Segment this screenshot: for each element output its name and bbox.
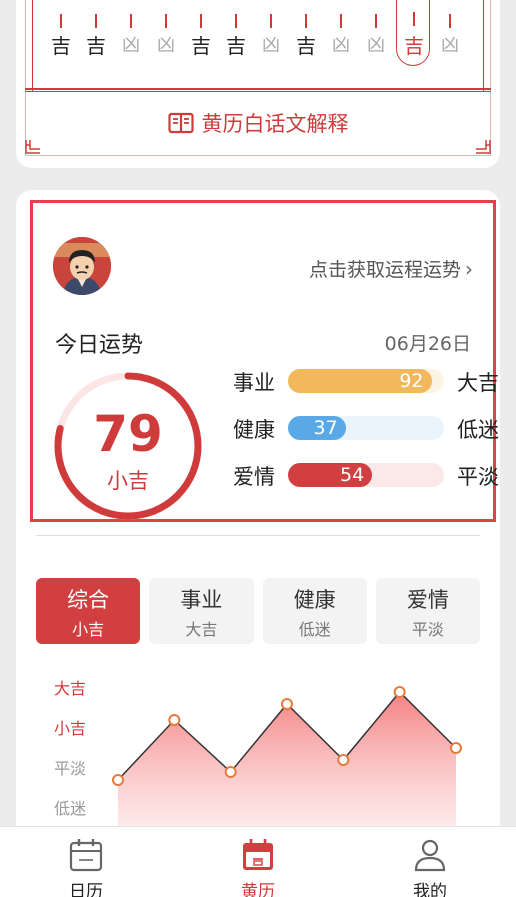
tab-love[interactable]: 爱情 平淡 xyxy=(375,578,480,644)
fortune-teller-avatar-icon xyxy=(53,237,111,295)
chart-area xyxy=(118,692,456,838)
user-icon xyxy=(414,839,446,872)
fortune-card: 点击获取运程运势 › 今日运势 06月26日 79 小吉 事业 92 大吉 健康… xyxy=(16,190,500,897)
avatar[interactable] xyxy=(53,237,111,295)
hour-item[interactable]: 吉 xyxy=(184,12,218,68)
hour-item-current[interactable]: 吉 xyxy=(396,0,430,66)
chart-level-label: 低迷 xyxy=(54,799,86,818)
metric-name: 事业 xyxy=(233,371,275,395)
tab-name: 健康 xyxy=(293,588,336,612)
metric-love: 爱情 54 平淡 xyxy=(233,459,499,489)
metric-value: 37 xyxy=(313,417,338,439)
book-icon xyxy=(167,112,194,134)
fortune-trend-chart: 低迷平淡小吉大吉 xyxy=(54,679,462,838)
nav-label: 日历 xyxy=(69,882,103,897)
metric-track: 37 xyxy=(288,416,444,440)
nav-label: 黄历 xyxy=(241,882,275,897)
frame-corner-ornament xyxy=(476,140,491,154)
metric-bar: 54 xyxy=(288,463,373,487)
nav-calendar[interactable]: 日历 xyxy=(0,827,172,897)
tab-level: 小吉 xyxy=(72,620,105,639)
hour-item[interactable]: 凶 xyxy=(149,12,183,68)
metric-level: 低迷 xyxy=(457,418,499,442)
chart-level-label: 小吉 xyxy=(54,719,86,738)
almanac-explain-label: 黄历白话文解释 xyxy=(201,112,349,136)
almanac-icon xyxy=(243,839,273,870)
metric-career: 事业 92 大吉 xyxy=(233,365,499,395)
hour-label: 吉 xyxy=(296,34,316,58)
almanac-explain-button[interactable]: 黄历白话文解释 xyxy=(16,108,500,138)
hour-label: 吉 xyxy=(404,34,424,58)
metric-name: 健康 xyxy=(233,418,275,442)
fortune-tabs: 综合 小吉 事业 大吉 健康 低迷 爱情 平淡 xyxy=(36,578,480,644)
hour-label: 凶 xyxy=(332,35,350,56)
hour-item[interactable]: 吉 xyxy=(289,12,323,68)
hour-label: 凶 xyxy=(262,35,280,56)
fortune-score: 79 xyxy=(93,405,163,463)
metric-track: 92 xyxy=(288,369,444,393)
hour-item[interactable]: 吉 xyxy=(44,12,78,68)
hour-item[interactable]: 凶 xyxy=(254,12,288,68)
hour-label: 凶 xyxy=(122,35,140,56)
get-fortune-link[interactable]: 点击获取运程运势 › xyxy=(309,255,473,282)
chart-level-label: 大吉 xyxy=(54,679,86,698)
chart-level-label: 平淡 xyxy=(54,759,86,778)
hour-item[interactable]: 凶 xyxy=(324,12,358,68)
hour-item[interactable]: 吉 xyxy=(219,12,253,68)
metric-level: 大吉 xyxy=(457,371,499,395)
metric-track: 54 xyxy=(288,463,444,487)
fortune-level: 小吉 xyxy=(107,469,149,493)
section-divider xyxy=(36,535,480,536)
hour-label: 凶 xyxy=(367,35,385,56)
metric-bar: 92 xyxy=(288,369,432,393)
metric-level: 平淡 xyxy=(457,465,499,489)
nav-label: 我的 xyxy=(413,882,447,897)
almanac-divider xyxy=(25,88,491,92)
chart-point xyxy=(112,774,124,786)
chart-point xyxy=(168,714,181,726)
hour-label: 吉 xyxy=(86,34,106,58)
calendar-icon xyxy=(69,839,103,872)
tab-level: 低迷 xyxy=(298,620,331,639)
hour-item[interactable]: 凶 xyxy=(433,12,467,68)
metric-value: 92 xyxy=(399,370,424,392)
chart-point xyxy=(393,686,406,698)
get-fortune-label: 点击获取运程运势 xyxy=(308,259,461,281)
chevron-right-icon: › xyxy=(465,256,473,281)
chart-point xyxy=(450,742,462,754)
nav-profile[interactable]: 我的 xyxy=(344,827,516,897)
chart-point xyxy=(224,766,237,778)
hour-label: 凶 xyxy=(157,35,175,56)
tab-name: 爱情 xyxy=(406,588,449,612)
tab-career[interactable]: 事业 大吉 xyxy=(149,578,254,644)
metric-value: 54 xyxy=(340,464,365,486)
nav-almanac[interactable]: 黄历 xyxy=(172,827,344,897)
hour-item[interactable]: 凶 xyxy=(359,12,393,68)
hour-label: 吉 xyxy=(226,34,246,58)
fortune-summary-highlight: 点击获取运程运势 › 今日运势 06月26日 79 小吉 事业 92 大吉 健康… xyxy=(30,200,499,522)
tab-name: 综合 xyxy=(67,588,110,612)
today-fortune-title: 今日运势 xyxy=(55,333,144,358)
hour-label: 吉 xyxy=(191,34,211,58)
tab-health[interactable]: 健康 低迷 xyxy=(262,578,367,644)
hour-item[interactable]: 吉 xyxy=(79,12,113,68)
tab-overall[interactable]: 综合 小吉 xyxy=(36,578,141,644)
tab-level: 平淡 xyxy=(411,620,444,639)
almanac-card: 吉 吉 凶 凶 吉 吉 凶 吉 凶 凶 吉 凶 黄历白话文解释 xyxy=(16,0,500,168)
frame-corner-ornament xyxy=(25,140,40,154)
bottom-navigation: 日历 黄历 我的 xyxy=(0,826,516,897)
today-date: 06月26日 xyxy=(384,333,471,355)
metric-bar: 37 xyxy=(288,416,346,440)
chart-point xyxy=(337,754,350,766)
metric-health: 健康 37 低迷 xyxy=(233,412,499,442)
chart-point xyxy=(281,698,293,710)
tab-level: 大吉 xyxy=(185,620,218,639)
metric-name: 爱情 xyxy=(233,465,275,489)
hour-fortune-strip: 吉 吉 凶 凶 吉 吉 凶 吉 凶 凶 吉 凶 xyxy=(44,0,488,68)
hour-label: 凶 xyxy=(441,35,459,56)
hour-item[interactable]: 凶 xyxy=(114,12,148,68)
hour-label: 吉 xyxy=(51,34,71,58)
tab-name: 事业 xyxy=(180,588,223,612)
